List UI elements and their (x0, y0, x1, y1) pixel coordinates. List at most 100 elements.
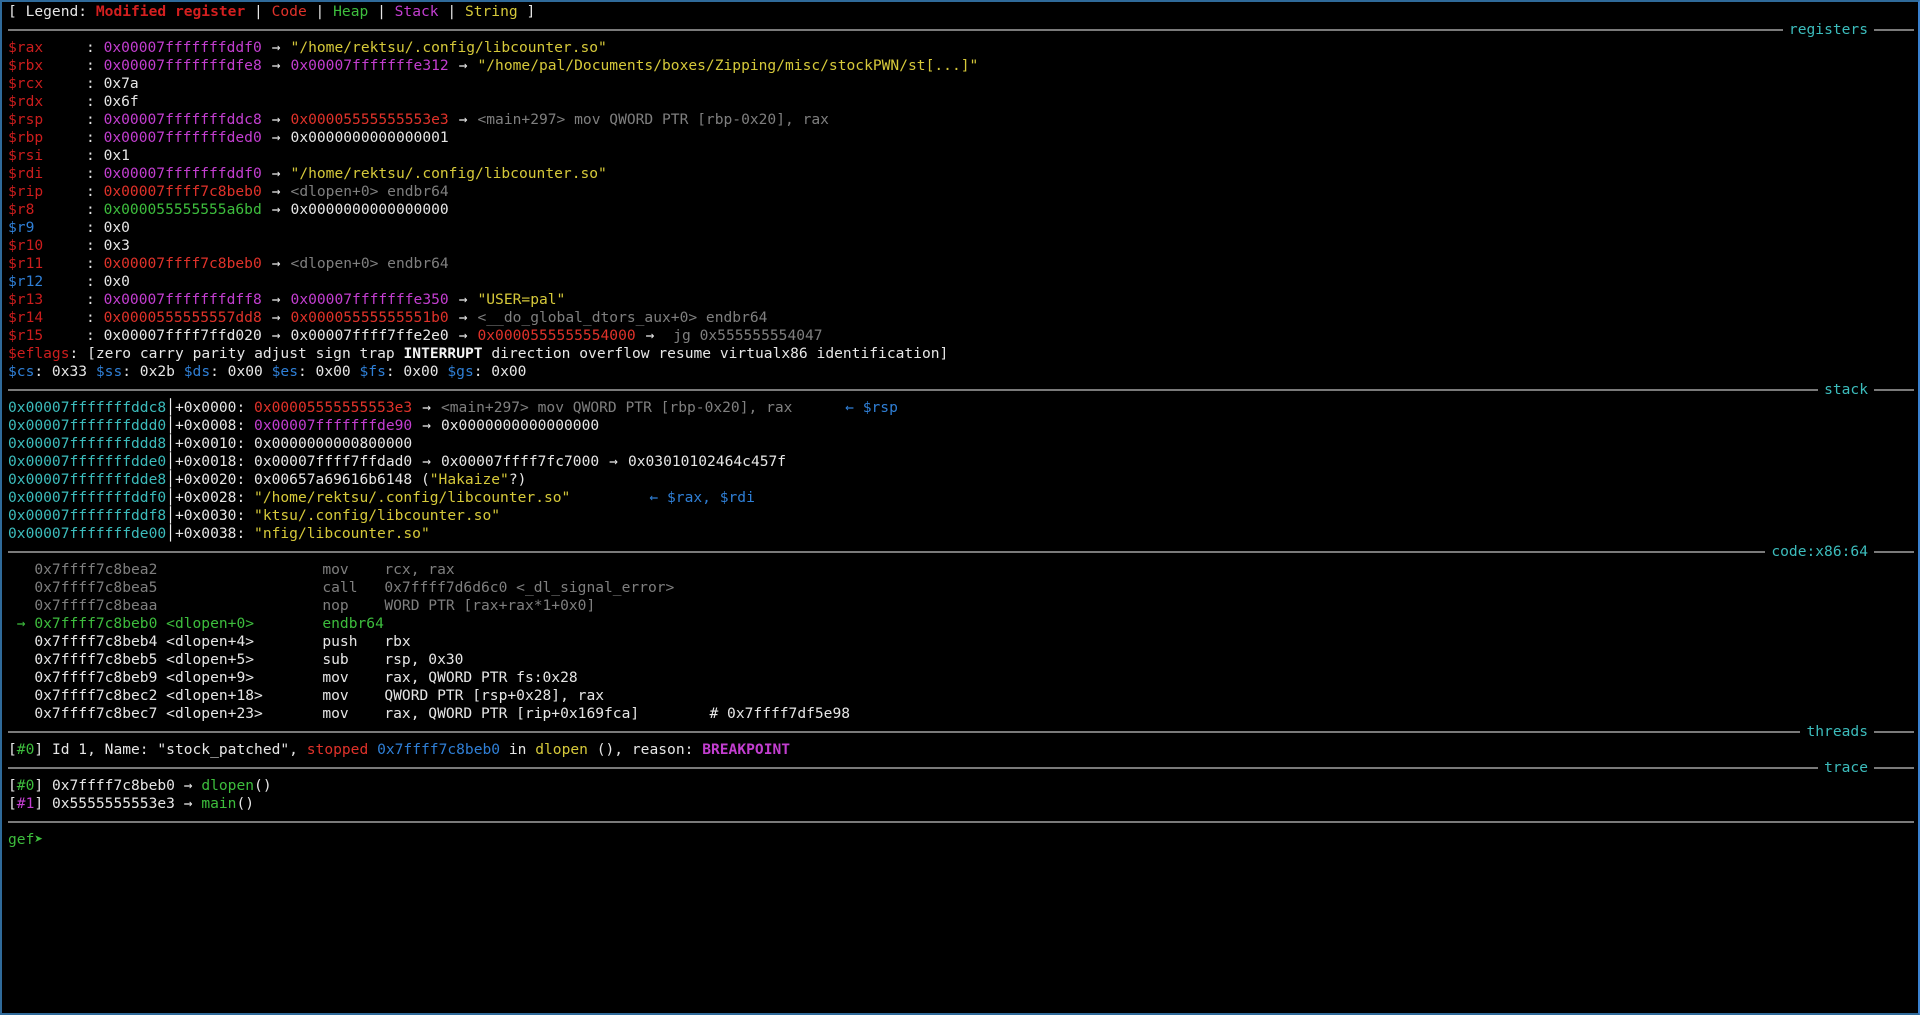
stop-reason: BREAKPOINT (702, 741, 791, 758)
colon: : (86, 111, 104, 128)
terminal-output: [ Legend: Modified register | Code | Hea… (8, 3, 1914, 849)
frame-address: ] 0x7ffff7c8beb0 → (34, 777, 202, 794)
register-name: $rdx (8, 93, 44, 110)
section-header-stack: stack (8, 381, 1914, 399)
register-name: $rax (8, 39, 44, 56)
thread-row: [#0] Id 1, Name: "stock_patched", stoppe… (8, 741, 1914, 759)
register-row: $r12: 0x0 (8, 273, 1914, 291)
instruction-mnemonic: push (322, 633, 358, 650)
arrow-icon: → (271, 327, 281, 344)
stack-divider: │ (166, 453, 175, 470)
eflag: virtualx86 (719, 345, 808, 362)
legend-separator: | (368, 3, 395, 20)
section-title: threads (1800, 723, 1874, 741)
code-row: 0x7ffff7c8bea2 mov rcx, rax (8, 561, 1914, 579)
value: 0x00007ffff7c8beb0 (103, 255, 262, 272)
thread-index: #0 (16, 741, 35, 758)
arrow-icon: → (645, 327, 655, 344)
register-row: $rdx: 0x6f (8, 93, 1914, 111)
value: 0x00005555555553e3 (290, 111, 449, 128)
register-name: $r14 (8, 309, 44, 326)
instruction-mnemonic: mov (322, 669, 349, 686)
stack-row: 0x00007fffffffddd8│+0x0010: 0x0000000000… (8, 435, 1914, 453)
arrow-icon: → (458, 309, 468, 326)
register-row: $rsi: 0x1 (8, 147, 1914, 165)
arrow-icon: → (271, 309, 281, 326)
stack-divider: │ (166, 507, 175, 524)
command-prompt[interactable]: gef➤ (8, 831, 1914, 849)
thread-info: ] Id 1, Name: "stock_patched", (34, 741, 307, 758)
stack-offset: +0x0010: (174, 435, 255, 452)
register-name: $r9 (8, 219, 35, 236)
bracket: [ (8, 795, 17, 812)
value: 0x00007ffff7fc7000 (440, 453, 600, 470)
register-name: $rbp (8, 129, 44, 146)
colon: : (86, 57, 104, 74)
stack-divider: │ (166, 417, 175, 434)
register-name: $r12 (8, 273, 44, 290)
stack-row: 0x00007fffffffddf0│+0x0028: "/home/rekts… (8, 489, 1914, 507)
trace-panel: [#0] 0x7ffff7c8beb0 → dlopen() [#1] 0x555… (8, 777, 1914, 813)
stack-row: 0x00007fffffffdde0│+0x0018: 0x00007ffff7… (8, 453, 1914, 471)
value: 0x00005555555551b0 (290, 309, 449, 326)
colon: : (86, 147, 104, 164)
instruction-address: 0x7ffff7c8beb9 <dlopen+9> (34, 669, 255, 686)
stack-offset: +0x0038: (174, 525, 255, 542)
legend-items: Modified register | Code | Heap | Stack … (96, 3, 518, 20)
eflag: INTERRUPT (403, 345, 483, 362)
legend-line: [ Legend: Modified register | Code | Hea… (8, 3, 1914, 21)
value: 0x7a (103, 75, 139, 92)
register-row: $r13: 0x00007fffffffdff8 → 0x00007fffffffe… (8, 291, 1914, 309)
register-name: $rbx (8, 57, 44, 74)
segment-name: $es (271, 363, 298, 380)
gutter (8, 561, 34, 578)
instruction-comment: # 0x7ffff7df5e98 (639, 705, 851, 722)
trace-row: [#0] 0x7ffff7c8beb0 → dlopen() (8, 777, 1914, 795)
arrow-icon: → (422, 399, 431, 416)
value: "/home/pal/Documents/boxes/Zipping/misc/… (477, 57, 979, 74)
colon: : (86, 291, 104, 308)
colon: : (86, 165, 104, 182)
arrow-icon: → (271, 291, 281, 308)
gutter (8, 705, 34, 722)
segment-value: : 0x00 (473, 363, 527, 380)
value: 0x3 (103, 237, 130, 254)
segment-value: : 0x00 (210, 363, 263, 380)
code-row: → 0x7ffff7c8beb0 <dlopen+0> endbr64 (8, 615, 1914, 633)
stack-address: 0x00007fffffffde00 (8, 525, 167, 542)
eflag: resume (658, 345, 712, 362)
code-row: 0x7ffff7c8beb5 <dlopen+5> sub rsp, 0x30 (8, 651, 1914, 669)
eflags-open: : [ (69, 345, 96, 362)
stack-divider: │ (166, 525, 175, 542)
eflag: identification (816, 345, 940, 362)
stack-offset: +0x0028: (174, 489, 255, 506)
section-header-threads: threads (8, 723, 1914, 741)
segment-name: $gs (447, 363, 474, 380)
value: 0x0000000000000001 (290, 129, 449, 146)
threads-panel: [#0] Id 1, Name: "stock_patched", stoppe… (8, 741, 1914, 759)
segment-value: : 0x00 (297, 363, 351, 380)
frame-function: dlopen (201, 777, 255, 794)
instruction-mnemonic: mov (322, 705, 349, 722)
stack-address: 0x00007fffffffddf8 (8, 507, 167, 524)
arrow-icon: → (422, 453, 431, 470)
text: () (254, 777, 272, 794)
legend-item: Stack (394, 3, 439, 20)
trace-row: [#1] 0x5555555553e3 → main() (8, 795, 1914, 813)
colon: : (86, 93, 104, 110)
value: "/home/rektsu/.config/libcounter.so" (290, 39, 607, 56)
eflag: carry (139, 345, 184, 362)
stack-offset: +0x0000: (174, 399, 255, 416)
stack-divider: │ (166, 471, 175, 488)
divider (8, 821, 1914, 823)
stack-offset: +0x0030: (174, 507, 255, 524)
arrow-icon: → (458, 57, 468, 74)
colon: : (86, 219, 104, 236)
stack-address: 0x00007fffffffddd0 (8, 417, 167, 434)
value: 0x00005555555553e3 (254, 399, 413, 416)
instruction-operands: rsp, 0x30 (384, 651, 464, 668)
section-title: stack (1818, 381, 1874, 399)
stack-address: 0x00007fffffffddc8 (8, 399, 167, 416)
divider (8, 551, 1914, 553)
value: 0x00007fffffffde90 (254, 417, 413, 434)
